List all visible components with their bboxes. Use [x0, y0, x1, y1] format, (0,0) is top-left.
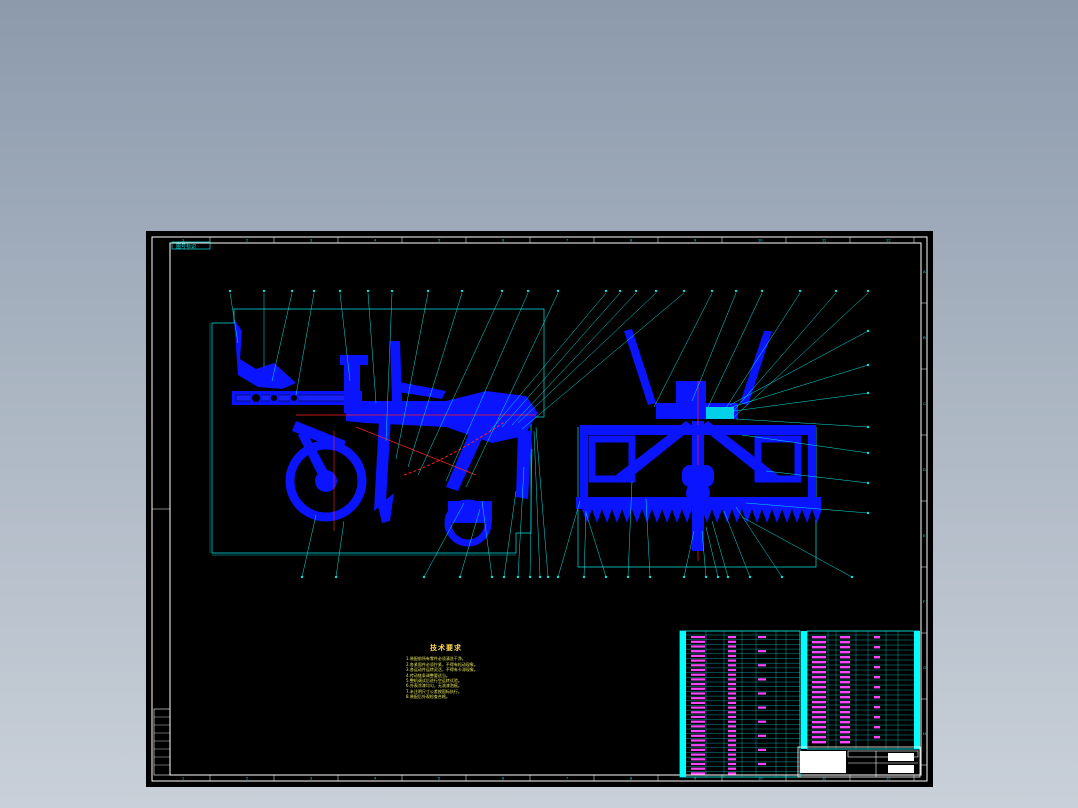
ruler-label-top: 7: [566, 238, 569, 243]
ruler-label-top: 3: [310, 238, 313, 243]
ruler-label-top: 4: [374, 238, 377, 243]
ruler-label-side: F: [923, 599, 926, 604]
ruler-label-top: 6: [502, 238, 505, 243]
ruler-label-side: E: [923, 533, 926, 538]
ruler-label-bottom: 11: [822, 776, 827, 781]
ruler-label-bottom: 3: [310, 776, 313, 781]
ruler-label-side: A: [923, 269, 926, 274]
ruler-label-bottom: 4: [374, 776, 377, 781]
technical-notes-title: 技术要求: [430, 644, 462, 652]
ruler-label-side: G: [923, 665, 926, 670]
ruler-label-side: D: [923, 467, 926, 472]
rear-view: [576, 329, 822, 568]
title-tag: 图号标识: [176, 243, 196, 250]
technical-note-line: 8.装配后外观检查合格。: [406, 694, 450, 700]
ruler-label-bottom: 12: [886, 776, 891, 781]
ruler-label-top: 2: [246, 238, 249, 243]
ruler-label-bottom: 6: [502, 776, 505, 781]
ruler-label-bottom: 10: [758, 776, 763, 781]
ruler-label-top: 12: [886, 238, 891, 243]
ruler-label-bottom: 1: [182, 776, 185, 781]
technical-notes-list: 1.装配前所有零件必须清洗干净。 2.各紧固件必须拧紧，不得有松动现象。 3.各运动…: [406, 656, 526, 699]
title-block: [797, 746, 921, 778]
side-view: [209, 308, 545, 556]
technical-notes: 技术要求 1.装配前所有零件必须清洗干净。 2.各紧固件必须拧紧，不得有松动现象。…: [406, 644, 526, 700]
ruler-label-side: H: [923, 731, 926, 736]
ruler-label-bottom: 2: [246, 776, 249, 781]
ruler-label-side: C: [923, 401, 926, 406]
revision-box: [153, 708, 171, 776]
ruler-label-top: 9: [694, 238, 697, 243]
ruler-label-side: B: [923, 335, 926, 340]
cad-drawing-viewport[interactable]: 1 1 2 2 3 3 4 4 5 5 6 6 7 7 8 8 9 9 10 10 11 11 12 12 A B C D E F G H 图…: [146, 231, 933, 787]
ruler-label-bottom: 7: [566, 776, 569, 781]
assembly-drawing: 112233445566778899101011111212ABCDEFGH 图…: [151, 236, 928, 782]
ruler-label-bottom: 9: [694, 776, 697, 781]
ruler-label-bottom: 5: [438, 776, 441, 781]
ruler-label-top: 10: [758, 238, 763, 243]
ruler-label-top: 11: [822, 238, 827, 243]
ruler-label-bottom: 8: [630, 776, 633, 781]
ruler-label-top: 5: [438, 238, 441, 243]
ruler-label-top: 8: [630, 238, 633, 243]
